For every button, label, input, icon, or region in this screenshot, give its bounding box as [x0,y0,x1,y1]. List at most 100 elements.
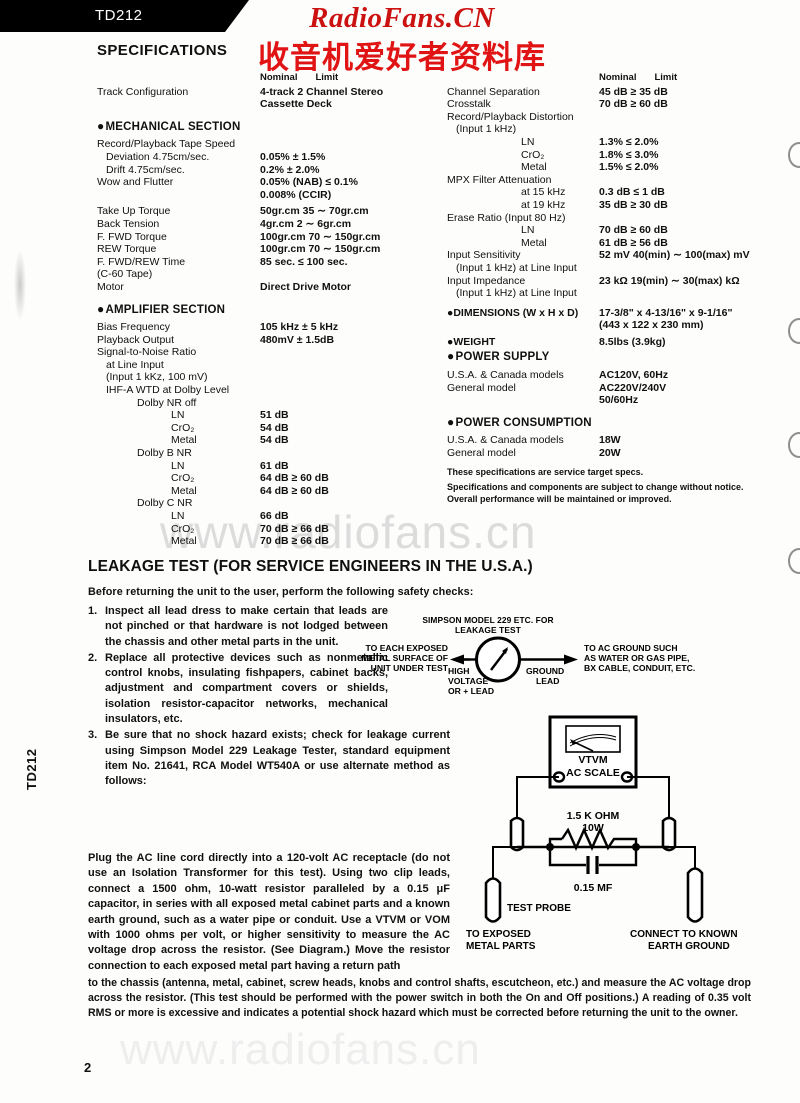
spec-row: at 15 kHz 0.3 dB ≤ 1 dB [447,186,777,199]
spec-value: 70 dB ≥ 60 dB [599,98,668,111]
spec-label: LN [171,459,185,472]
spec-value: 23 kΩ 19(min) ∼ 30(max) kΩ [599,274,740,287]
spec-label: Take Up Torque [97,205,171,218]
meter-left-label-2: METAL SURFACE OF [361,653,448,663]
right-spec-rows: Channel Separation 45 dB ≥ 35 dB Crosstalk… [447,86,777,300]
spec-label: LN [171,409,185,422]
spec-value: 70 dB ≥ 60 dB [599,224,668,237]
spec-row: MPX Filter Attenuation [447,174,777,187]
spec-row: (Input 1 kKz, 100 mV) [97,371,407,384]
spec-value: 70 dB ≥ 66 dB [260,522,329,535]
spec-value: AC220V/240V [599,381,667,394]
spec-row: Metal 61 dB ≥ 56 dB [447,237,777,250]
side-model-id: TD212 [24,748,39,790]
spec-label: at 15 kHz [521,186,566,199]
spec-row: Wow and Flutter 0.05% (NAB) ≤ 0.1% [97,176,407,189]
meter-right-label-1: TO AC GROUND SUCH [584,643,678,653]
spec-row: CrO₂ 1.8% ≤ 3.0% [447,149,777,162]
spec-label: (Input 1 kHz) at Line Input [456,287,577,300]
spec-row: Playback Output 480mV ± 1.5dB [97,334,407,347]
circuit-right-label-1: CONNECT TO KNOWN [630,929,738,940]
spec-label: at 19 kHz [521,198,566,211]
spec-label: Signal-to-Noise Ratio [97,346,197,359]
spec-value: 85 sec. ≤ 100 sec. [260,255,348,268]
bullet-icon: ● [447,349,455,364]
spec-row: Track Configuration 4-track 2 Channel St… [97,86,407,99]
spec-value: 0.2% ± 2.0% [260,163,320,176]
resistor-label-1: 1.5 K OHM [567,810,620,822]
spec-label: Playback Output [97,333,175,346]
spec-row: Dolby C NR [97,497,407,510]
spec-value: Cassette Deck [260,98,332,111]
model-tab: TD212 [0,0,249,32]
spec-label: Metal [171,484,197,497]
bullet-icon: ● [447,414,455,429]
spec-row: Metal 70 dB ≥ 66 dB [97,535,407,548]
spec-row: LN 51 dB [97,409,407,422]
meter-gnd-label-2: LEAD [536,676,559,686]
spec-row: LN 70 dB ≥ 60 dB [447,224,777,237]
mechanical-rows: Record/Playback Tape Speed Deviation 4.75… [97,138,407,293]
spec-row-weight: ●WEIGHT 8.5lbs (3.9kg) [447,336,777,349]
watermark-en-text: RadioFans.CN [309,2,495,34]
spec-value: 1.3% ≤ 2.0% [599,135,659,148]
spec-value: 4gr.cm 2 ∼ 6gr.cm [260,217,352,230]
spec-value: Direct Drive Motor [260,280,352,293]
spec-label: Track Configuration [97,85,189,98]
spec-row: U.S.A. & Canada models 18W [447,434,777,447]
spec-label: Motor [97,280,124,293]
spec-row: CrO₂ 54 dB [97,422,407,435]
spec-label: Dolby NR off [137,396,197,409]
hole-punch-mark [788,142,800,168]
spec-value: 50gr.cm 35 ∼ 70gr.cm [260,205,369,218]
vtvm-scale-label: AC SCALE [566,767,620,779]
spec-row: 50/60Hz [447,394,777,407]
spec-label: LN [171,510,185,522]
header-nominal: Nominal [599,72,637,83]
spec-row: (Input 1 kHz) at Line Input [447,287,777,300]
spec-value: 61 dB [260,459,289,472]
list-number: 1. [88,605,98,617]
specifications-left-column: Nominal Limit Track Configuration 4-track… [97,72,407,548]
circuit-left-label-1: TO EXPOSED [466,929,531,940]
spec-label: Erase Ratio (Input 80 Hz) [447,211,566,224]
spec-row: Drift 4.75cm/sec. 0.2% ± 2.0% [97,164,407,177]
meter-left-label-1: TO EACH EXPOSED [366,643,448,653]
spec-row: Dolby NR off [97,397,407,410]
spec-row: (443 x 122 x 230 mm) [447,319,777,332]
leakage-test-lead-in: Before returning the unit to the user, p… [88,586,474,598]
header-nominal: Nominal [260,72,298,83]
list-number: 3. [88,729,98,742]
spec-label: Input Impedance [447,274,526,287]
spec-label: F. FWD Torque [97,230,167,243]
spec-value: 54 dB [260,434,289,447]
spec-label: Crosstalk [447,98,491,111]
spec-row: Crosstalk 70 dB ≥ 60 dB [447,98,777,111]
spec-row: LN 66 dB [97,510,407,523]
spec-label: Wow and Flutter [97,176,174,189]
list-number: 2. [88,651,98,664]
meter-left-label-3: UNIT UNDER TEST [371,663,449,673]
spec-label: Deviation 4.75cm/sec. [106,150,210,163]
spec-row: Deviation 4.75cm/sec. 0.05% ± 1.5% [97,151,407,164]
bullet-icon: ● [97,301,105,316]
spec-label: Metal [521,161,547,174]
spec-row: Input Impedance 23 kΩ 19(min) ∼ 30(max) k… [447,275,777,288]
spec-row: F. FWD/REW Time 85 sec. ≤ 100 sec. [97,256,407,269]
weight-label: ●WEIGHT [447,335,496,348]
spec-value: 480mV ± 1.5dB [260,333,335,346]
column-header-nominal-limit: Nominal Limit [599,72,777,85]
spec-row: Motor Direct Drive Motor [97,281,407,294]
hole-punch-mark [788,432,800,458]
spec-row: (Input 1 kHz) at Line Input [447,262,777,275]
section-title-power-consumption: ●POWER CONSUMPTION [447,416,777,430]
spec-note: Overall performance will be maintained o… [447,493,672,504]
leakage-tester-diagram: SIMPSON MODEL 229 ETC. FOR LEAKAGE TEST … [361,615,695,696]
meter-hv-label-2: VOLTAGE [448,676,489,686]
column-header-nominal-limit: Nominal Limit [260,72,407,85]
spec-value: 51 dB [260,409,289,422]
spec-label: Dolby B NR [137,447,192,460]
spec-value: 4-track 2 Channel Stereo [260,85,384,98]
meter-hv-label-3: OR + LEAD [448,686,494,696]
